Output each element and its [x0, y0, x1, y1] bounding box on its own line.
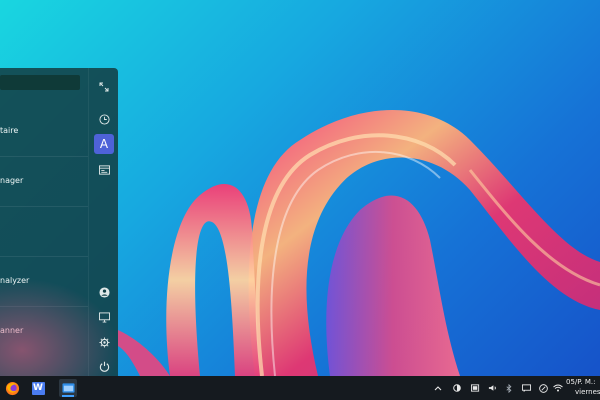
writer-icon[interactable]: W — [29, 379, 47, 397]
store-icon[interactable] — [94, 160, 114, 180]
file-manager-icon[interactable] — [59, 379, 77, 397]
list-item[interactable] — [0, 208, 88, 257]
all-apps-glyph: A — [99, 137, 109, 151]
speaker-icon[interactable] — [485, 381, 499, 395]
firefox-icon[interactable] — [3, 379, 21, 397]
all-apps-icon[interactable]: A — [94, 134, 114, 154]
clipboard-icon[interactable] — [536, 381, 550, 395]
list-item[interactable]: anner — [0, 308, 88, 356]
app-label: taire — [0, 126, 19, 135]
recent-icon[interactable] — [94, 109, 114, 129]
settings-icon[interactable] — [94, 332, 114, 352]
app-label: anner — [0, 326, 24, 335]
clock-day[interactable]: viernes — [575, 388, 600, 396]
start-menu: taire nager nalyzer anner A — [0, 68, 118, 376]
notification-icon[interactable] — [519, 381, 533, 395]
wifi-icon[interactable] — [551, 381, 565, 395]
app-list: taire nager nalyzer anner — [0, 68, 88, 376]
app-label: nalyzer — [0, 276, 30, 285]
active-indicator — [62, 395, 74, 397]
app-label: nager — [0, 176, 24, 185]
taskbar: W 05/P. M.: viernes — [0, 376, 600, 400]
list-item[interactable]: nalyzer — [0, 258, 88, 307]
menu-sidebar: A — [88, 68, 118, 376]
expand-icon[interactable] — [94, 77, 114, 97]
power-icon[interactable] — [94, 356, 114, 376]
display-icon[interactable] — [94, 307, 114, 327]
night-mode-icon[interactable] — [450, 381, 464, 395]
user-icon[interactable] — [94, 282, 114, 302]
bluetooth-icon[interactable] — [502, 381, 516, 395]
battery-icon[interactable] — [468, 381, 482, 395]
clock-time[interactable]: 05/P. M.: — [566, 378, 595, 386]
list-item[interactable]: taire — [0, 108, 88, 157]
search-input[interactable] — [0, 75, 80, 90]
writer-glyph: W — [33, 383, 43, 393]
chevron-up-icon[interactable] — [431, 381, 445, 395]
list-item[interactable]: nager — [0, 158, 88, 207]
